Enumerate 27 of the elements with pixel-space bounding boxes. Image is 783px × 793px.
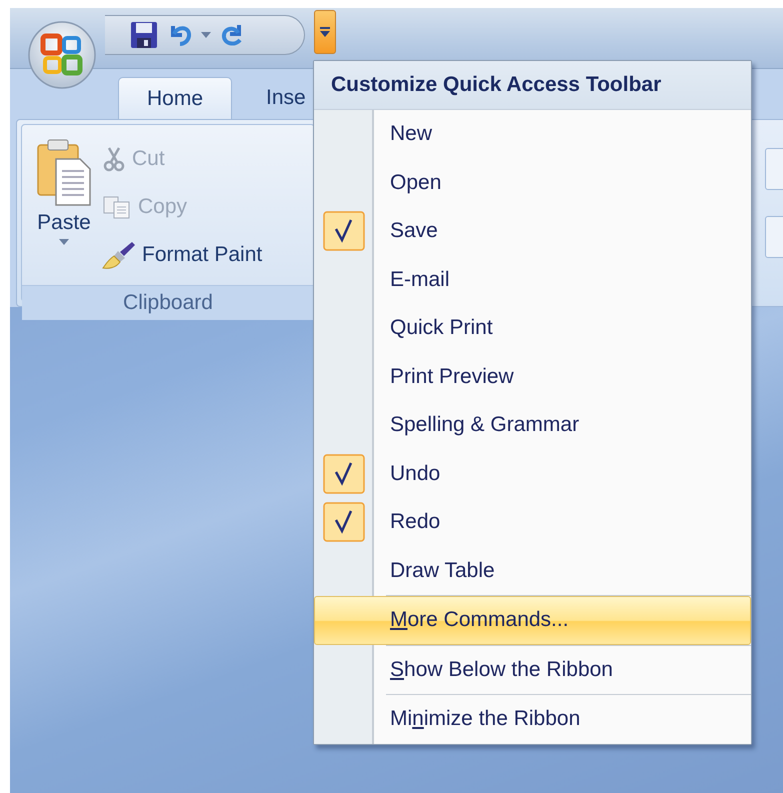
dropdown-icon	[319, 26, 331, 38]
copy-icon	[102, 195, 132, 219]
customize-toolbar-button[interactable]	[314, 10, 336, 54]
paintbrush-icon	[102, 240, 136, 270]
caret-icon	[201, 32, 211, 38]
menu-item[interactable]: Undo	[314, 450, 751, 498]
save-button[interactable]	[129, 20, 159, 50]
scissors-icon	[102, 146, 126, 172]
undo-dropdown-button[interactable]	[201, 32, 211, 38]
menu-item[interactable]: E-mail	[314, 256, 751, 304]
menu-item[interactable]: Save	[314, 207, 751, 256]
menu-item[interactable]: Show Below the Ribbon	[314, 646, 751, 694]
caret-icon	[59, 239, 69, 245]
menu-item[interactable]: Print Preview	[314, 352, 751, 401]
group-label: Clipboard	[22, 285, 314, 320]
paste-button[interactable]: Paste	[28, 133, 100, 277]
menu-item[interactable]: Minimize the Ribbon	[314, 695, 751, 744]
menu-item[interactable]: Quick Print	[314, 304, 751, 352]
ribbon-tab[interactable]: Home	[118, 77, 232, 119]
format-painter-button[interactable]: Format Paint	[100, 233, 264, 277]
menu-item[interactable]: Open	[314, 158, 751, 207]
menu-item[interactable]: Spelling & Grammar	[314, 401, 751, 450]
menu-title: Customize Quick Access Toolbar	[314, 61, 751, 110]
menu-item[interactable]: Draw Table	[314, 546, 751, 595]
menu-item[interactable]: Redo	[314, 498, 751, 546]
menu-item[interactable]: More Commands...	[314, 596, 751, 644]
menu-item[interactable]: New	[314, 110, 751, 158]
